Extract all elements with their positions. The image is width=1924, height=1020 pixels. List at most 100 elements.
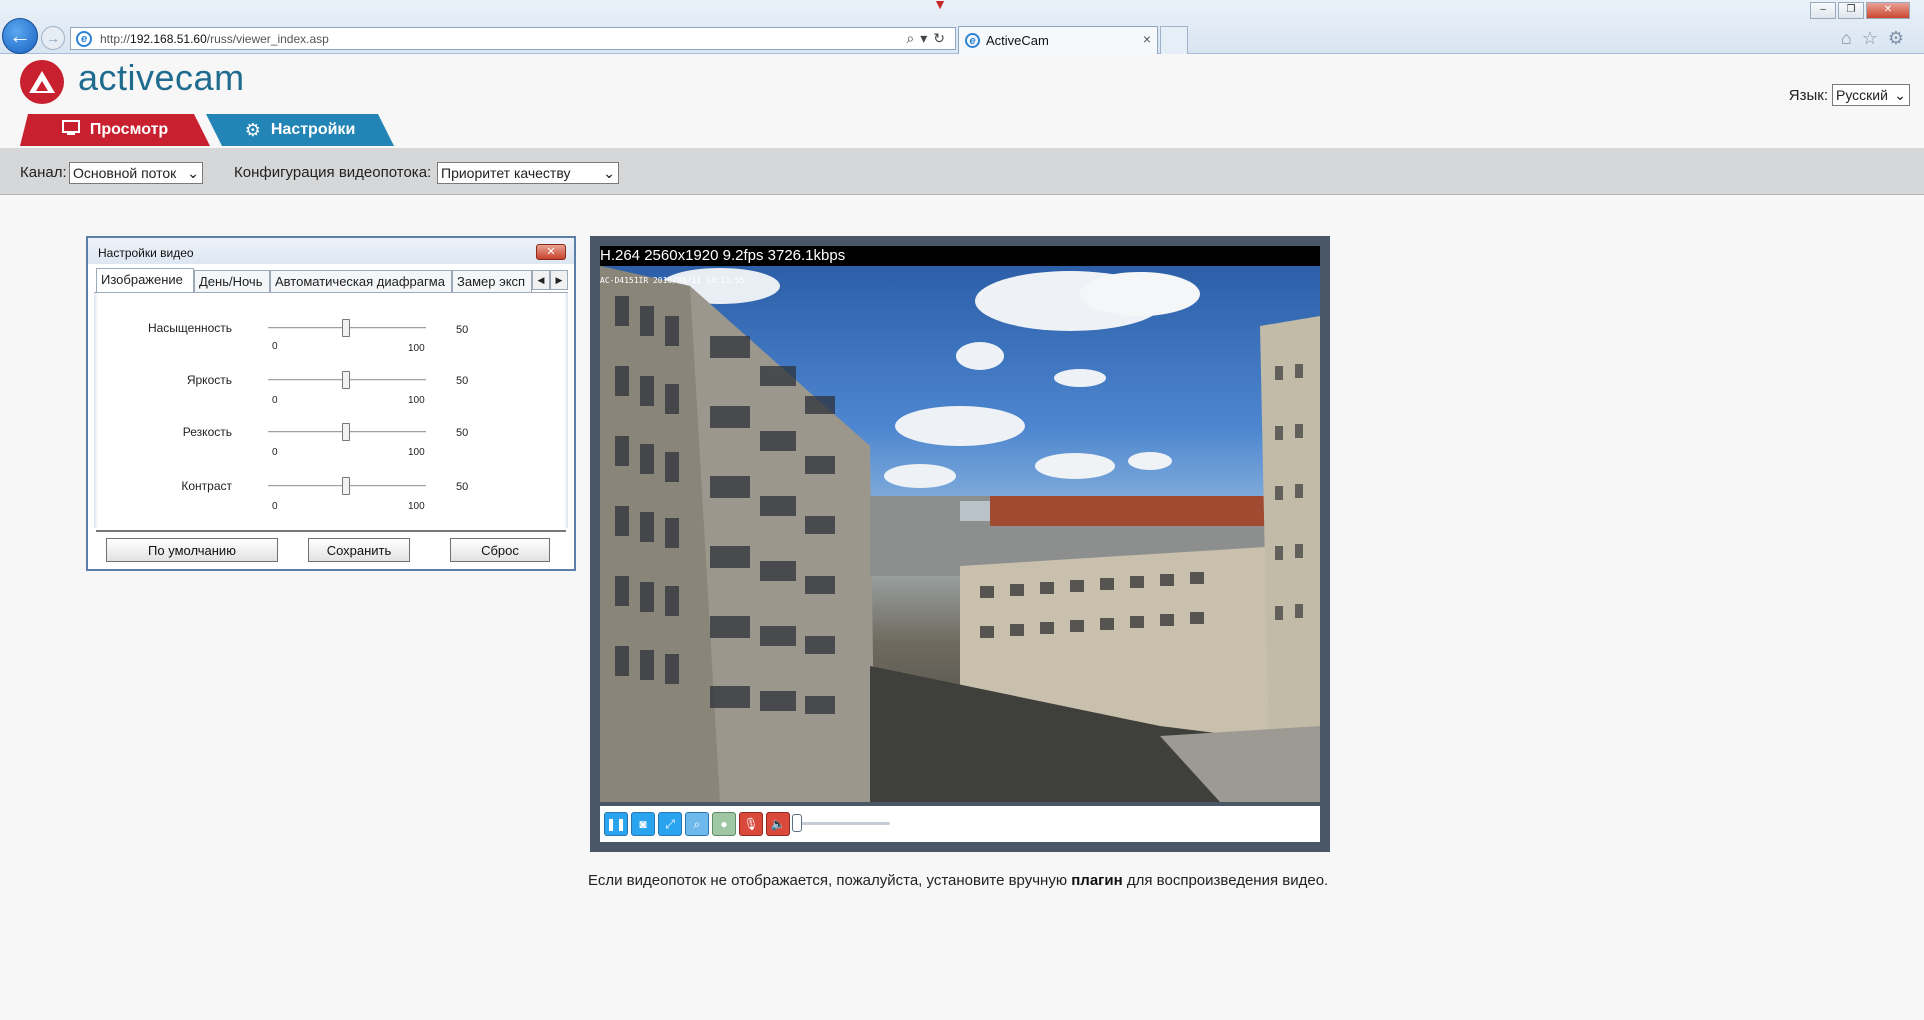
tab-view-label: Просмотр [89,121,169,138]
contrast-min: 0 [272,501,278,512]
camera-scene-image [600,266,1320,802]
sharpness-value: 50 [456,427,469,439]
contrast-value: 50 [456,481,469,493]
saturation-max: 100 [408,343,425,354]
window-close-button[interactable]: ✕ [1866,2,1910,19]
notice-text-after: для воспроизведения видео. [1122,872,1329,889]
chevron-down-icon: ⌄ [1894,87,1906,103]
gear-icon: ⚙ [244,119,261,140]
scroll-marker-icon: ▼ [933,0,947,12]
plugin-notice: Если видеопоток не отображается, пожалуй… [588,872,1328,889]
minimize-button[interactable]: – [1810,2,1836,19]
player-controls: ❚❚ ◙ ⤢ ⌕ ● 🎙 🔈 [600,806,1320,842]
tab-auto-iris[interactable]: Автоматическая диафрагма [270,270,452,292]
stream-config-value: Приоритет качеству [441,165,571,181]
chevron-down-icon: ⌄ [187,165,199,181]
language-selector: Язык: Русский ⌄ [1789,84,1910,106]
reset-button[interactable]: Сброс [450,538,550,562]
snapshot-icon[interactable]: ◙ [631,812,655,836]
saturation-min: 0 [272,341,278,352]
language-select[interactable]: Русский ⌄ [1832,84,1910,106]
address-url[interactable]: http://192.168.51.60/russ/viewer_index.a… [100,32,329,46]
tab-scroll-arrows: ◀ ▶ [532,270,568,292]
url-host: 192.168.51.60 [130,31,207,46]
camera-video-feed[interactable]: AC-D4151IR 2016/08/11 14:13:55 [600,266,1320,802]
contrast-label: Контраст [181,479,232,493]
browser-tab-title: ActiveCam [986,33,1049,48]
tab-image[interactable]: Изображение [96,268,194,292]
logo-text: activecam [78,57,245,98]
sharpness-label: Резкость [182,425,232,439]
microphone-icon[interactable]: 🎙 [739,812,763,836]
activecam-logo-icon [20,60,64,104]
browser-toolbar: ▼ ← → e http://192.168.51.60/russ/viewer… [0,0,1924,54]
back-button[interactable]: ← [2,18,38,54]
panel-footer: По умолчанию Сохранить Сброс [96,530,566,564]
logo-mark-icon [29,71,55,93]
channel-select[interactable]: Основной поток ⌄ [69,162,203,184]
sharpness-max: 100 [408,447,425,458]
home-favorites-tools-icons[interactable]: ⌂☆⚙ [1841,28,1914,49]
fullscreen-icon[interactable]: ⤢ [658,812,682,836]
channel-label: Канал: [20,164,67,181]
record-icon[interactable]: ● [712,812,736,836]
tab-settings[interactable]: ⚙ Настройки [206,114,394,146]
stream-toolbar: Канал: Основной поток ⌄ Конфигурация вид… [0,148,1924,195]
video-settings-panel: Настройки видео ✕ Изображение День/Ночь … [86,236,576,571]
channel-value: Основной поток [73,165,177,181]
brightness-min: 0 [272,395,278,406]
tab-close-icon[interactable]: × [1143,31,1151,47]
search-refresh-icons[interactable]: ⌕▾↻ [906,30,951,47]
back-arrow-icon: ← [9,23,31,48]
tab-view[interactable]: Просмотр [20,114,210,146]
window-controls: – ❐ ✕ [1810,2,1910,19]
stream-config-label: Конфигурация видеопотока: [234,164,432,181]
video-player: H.264 2560x1920 9.2fps 3726.1kbps AC-D41… [590,236,1330,852]
sharpness-min: 0 [272,447,278,458]
panel-close-button[interactable]: ✕ [536,244,566,260]
monitor-icon [61,119,80,141]
tab-day-night[interactable]: День/Ночь [194,270,270,292]
pause-icon[interactable]: ❚❚ [604,812,628,836]
saturation-value: 50 [456,324,469,336]
chevron-down-icon: ⌄ [603,165,615,181]
browser-tab-activecam[interactable]: e ActiveCam × [958,26,1158,54]
language-value: Русский [1836,87,1888,103]
brightness-slider-thumb[interactable] [342,371,350,389]
address-bar[interactable]: e http://192.168.51.60/russ/viewer_index… [70,27,956,50]
contrast-max: 100 [408,501,425,512]
new-tab-button[interactable] [1160,26,1188,54]
volume-slider-track[interactable] [794,822,890,825]
close-icon: ✕ [546,246,556,258]
saturation-label: Насыщенность [147,321,232,335]
save-button[interactable]: Сохранить [308,538,410,562]
camera-timestamp: AC-D4151IR 2016/08/11 14:13:55 [600,276,745,285]
notice-text-before: Если видеопоток не отображается, пожалуй… [588,872,1072,889]
restore-button[interactable]: ❐ [1838,2,1864,19]
zoom-icon[interactable]: ⌕ [685,812,709,836]
tab-scroll-left-icon[interactable]: ◀ [532,270,550,290]
saturation-slider-thumb[interactable] [342,319,350,337]
language-label: Язык: [1788,86,1828,104]
contrast-slider-thumb[interactable] [342,477,350,495]
volume-slider-thumb[interactable] [792,814,802,832]
tab-settings-label: Настройки [270,121,356,138]
url-path: /russ/viewer_index.asp [206,31,329,46]
panel-title: Настройки видео [98,246,194,260]
image-settings-body: Насыщенность 50 0 100 Яркость 50 0 100 Р… [94,292,568,528]
plugin-link[interactable]: плагин [1071,872,1122,889]
tab-scroll-right-icon[interactable]: ▶ [550,270,568,290]
ie-page-icon: e [76,30,92,47]
forward-button[interactable]: → [41,26,65,50]
settings-tabs: Изображение День/Ночь Автоматическая диа… [96,268,568,292]
brightness-label: Яркость [186,373,232,387]
tab-exposure[interactable]: Замер эксп [452,270,532,292]
url-prefix: http:// [100,31,131,46]
default-button[interactable]: По умолчанию [106,538,278,562]
stream-info: H.264 2560x1920 9.2fps 3726.1kbps [600,246,1320,266]
sharpness-slider-thumb[interactable] [342,423,350,441]
stream-config-select[interactable]: Приоритет качеству ⌄ [437,162,619,184]
brightness-max: 100 [408,395,425,406]
panel-title-bar: Настройки видео ✕ [88,238,574,264]
speaker-icon[interactable]: 🔈 [766,812,790,836]
